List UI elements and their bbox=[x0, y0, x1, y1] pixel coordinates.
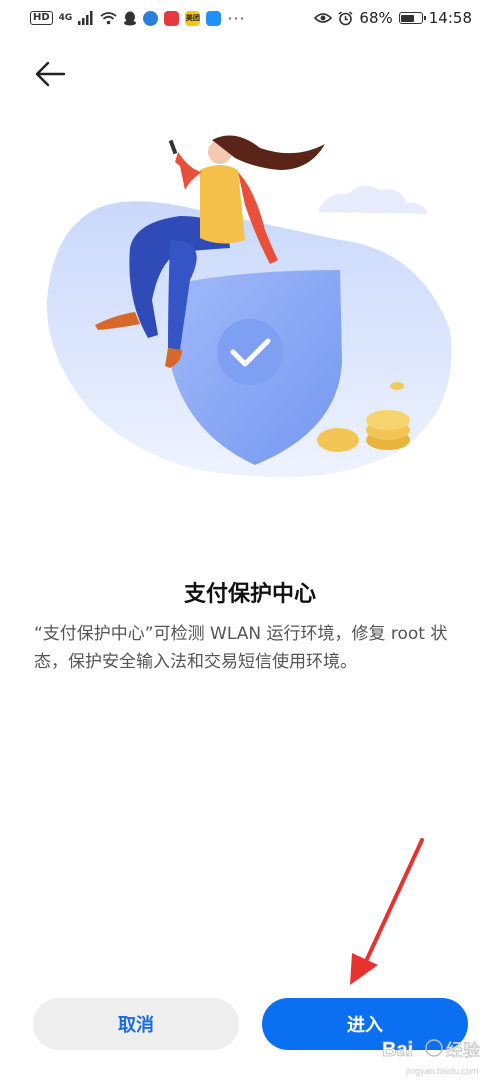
security-illustration bbox=[46, 135, 452, 478]
battery-percent: 68% bbox=[359, 9, 393, 27]
meituan-app-icon: 美团 bbox=[185, 10, 201, 26]
coin-small bbox=[390, 382, 404, 390]
coin-front bbox=[317, 428, 359, 452]
more-notifications: ··· bbox=[227, 8, 246, 28]
clock-time: 14:58 bbox=[428, 9, 472, 27]
eye-icon bbox=[314, 13, 333, 23]
phone bbox=[168, 139, 178, 155]
woman-hair bbox=[212, 135, 325, 170]
status-right: 68% 14:58 bbox=[314, 8, 472, 28]
battery-icon bbox=[398, 12, 426, 24]
signal-icon bbox=[78, 11, 93, 25]
red-app-icon bbox=[164, 10, 180, 26]
woman-arm-left bbox=[175, 152, 202, 190]
status-left: HD 4G 美团 ··· bbox=[30, 8, 246, 28]
status-bar: HD 4G 美团 ··· 68% 14:58 bbox=[0, 0, 500, 36]
hd-indicator: HD bbox=[30, 11, 53, 25]
browser-app-icon bbox=[143, 10, 159, 26]
coin-stack-3 bbox=[366, 410, 410, 430]
page-title: 支付保护中心 bbox=[183, 582, 316, 607]
watermark-brand: Bai bbox=[382, 1039, 413, 1061]
watermark-url: jingyan.baidu.com bbox=[405, 1066, 479, 1076]
back-button[interactable] bbox=[28, 52, 72, 96]
watermark-brand-cn: 经验 bbox=[446, 1041, 480, 1061]
network-type: 4G bbox=[58, 12, 73, 23]
alarm-icon bbox=[338, 10, 353, 25]
baidu-jingyan-watermark: Bai 经验 jingyan.baidu.com bbox=[382, 1039, 481, 1076]
cancel-button[interactable]: 取消 bbox=[33, 998, 239, 1050]
page-description: “支付保护中心”可检测 WLAN 运行环境，修复 root 状态，保护安全输入法… bbox=[34, 624, 448, 672]
check-circle bbox=[217, 319, 283, 385]
wifi-icon bbox=[100, 12, 117, 25]
annotation-arrow-icon bbox=[350, 838, 424, 985]
back-arrow-icon bbox=[35, 61, 66, 87]
qq-icon bbox=[124, 11, 137, 25]
woman-body bbox=[200, 165, 245, 244]
battery-level bbox=[401, 14, 414, 22]
blue-app-icon bbox=[206, 10, 222, 26]
cloud-shape bbox=[318, 185, 428, 214]
